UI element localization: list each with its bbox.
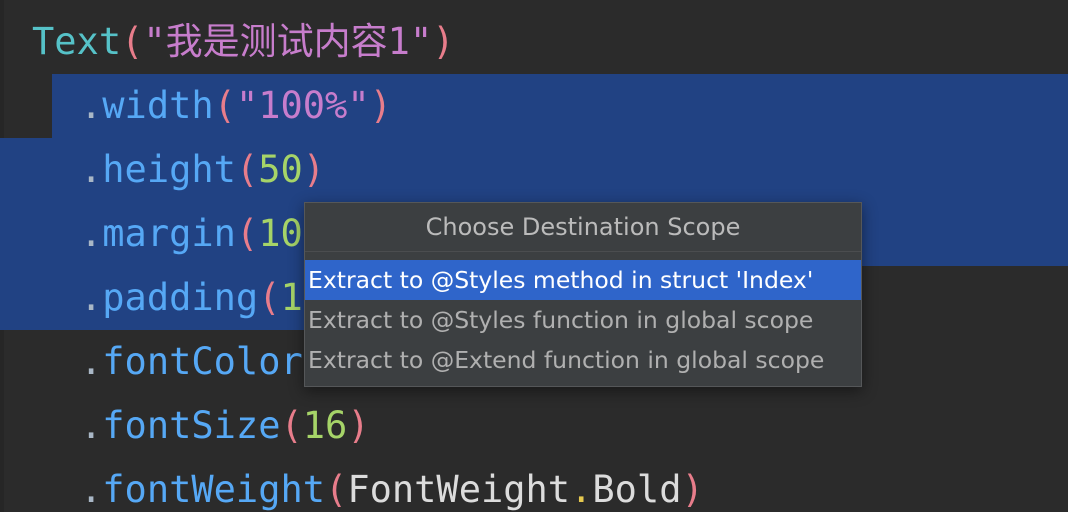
component-name: Text bbox=[32, 20, 122, 63]
enum-type: FontWeight bbox=[347, 468, 571, 511]
method-name: width bbox=[102, 84, 214, 127]
number-literal: 10 bbox=[258, 212, 303, 255]
dot: . bbox=[80, 148, 103, 191]
string-literal: "100%" bbox=[235, 84, 370, 127]
code-line-width[interactable]: .width("100%") bbox=[0, 74, 392, 138]
dot: . bbox=[80, 404, 103, 447]
code-line-height[interactable]: .height(50) bbox=[0, 138, 325, 202]
dot: . bbox=[80, 340, 103, 383]
dot: . bbox=[80, 468, 103, 511]
method-name: padding bbox=[102, 276, 259, 319]
enum-value: Bold bbox=[592, 468, 682, 511]
code-line-fontsize[interactable]: .fontSize(16) bbox=[0, 394, 370, 458]
code-line-padding[interactable]: .padding(1 bbox=[0, 266, 303, 330]
paren-open: ( bbox=[235, 212, 259, 255]
enum-dot: . bbox=[570, 468, 593, 511]
number-literal: 1 bbox=[280, 276, 303, 319]
method-name: fontWeight bbox=[102, 468, 326, 511]
dot: . bbox=[80, 212, 103, 255]
method-name: margin bbox=[102, 212, 236, 255]
paren-open: ( bbox=[258, 276, 281, 319]
paren-open: ( bbox=[213, 84, 236, 127]
paren-close: ) bbox=[347, 404, 370, 447]
code-line-text[interactable]: Text("我是测试内容1") bbox=[0, 10, 455, 74]
number-literal: 50 bbox=[258, 148, 303, 191]
method-name: height bbox=[102, 148, 236, 191]
dot: . bbox=[80, 84, 103, 127]
option-styles-function-global[interactable]: Extract to @Styles function in global sc… bbox=[305, 300, 861, 340]
paren-open: ( bbox=[121, 20, 144, 63]
method-name: fontColor bbox=[102, 340, 303, 383]
dot: . bbox=[80, 276, 103, 319]
popup-options-list: Extract to @Styles method in struct 'Ind… bbox=[305, 252, 861, 380]
paren-close: ) bbox=[369, 84, 392, 127]
paren-open: ( bbox=[280, 404, 303, 447]
string-literal: "我是测试内容1" bbox=[143, 20, 433, 63]
destination-scope-popup[interactable]: Choose Destination Scope Extract to @Sty… bbox=[304, 202, 862, 387]
paren-close: ) bbox=[432, 20, 455, 63]
code-line-fontcolor[interactable]: .fontColor bbox=[0, 330, 303, 394]
option-extend-function-global[interactable]: Extract to @Extend function in global sc… bbox=[305, 340, 861, 380]
paren-open: ( bbox=[325, 468, 348, 511]
paren-open: ( bbox=[235, 148, 259, 191]
code-editor[interactable]: Text("我是测试内容1") .width("100%") .height(5… bbox=[0, 0, 1068, 512]
paren-close: ) bbox=[681, 468, 704, 511]
paren-close: ) bbox=[302, 148, 326, 191]
code-line-fontweight[interactable]: .fontWeight(FontWeight.Bold) bbox=[0, 458, 704, 512]
number-literal: 16 bbox=[302, 404, 348, 447]
popup-title: Choose Destination Scope bbox=[305, 203, 861, 252]
option-styles-method-in-struct[interactable]: Extract to @Styles method in struct 'Ind… bbox=[305, 260, 861, 300]
code-line-margin[interactable]: .margin(10 bbox=[0, 202, 303, 266]
method-name: fontSize bbox=[102, 404, 281, 447]
